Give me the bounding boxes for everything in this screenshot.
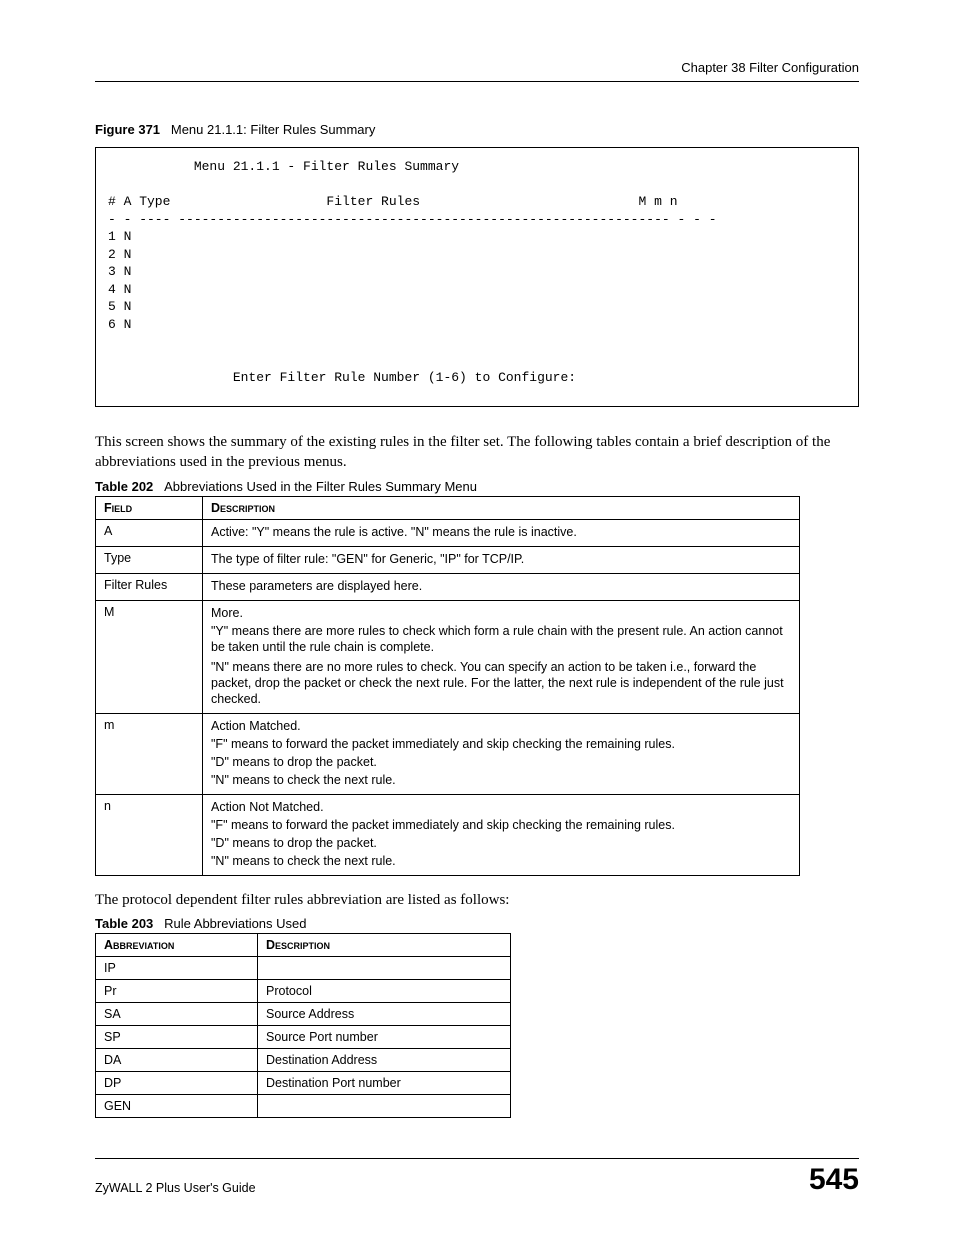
table-cell-field: m (96, 713, 203, 794)
table-cell-field: Filter Rules (96, 573, 203, 600)
table-row: TypeThe type of filter rule: "GEN" for G… (96, 546, 800, 573)
table-row: PrProtocol (96, 979, 511, 1002)
table-cell-desc: The type of filter rule: "GEN" for Gener… (203, 546, 800, 573)
table-cell-abbr: DA (96, 1048, 258, 1071)
page-footer: ZyWALL 2 Plus User's Guide 545 (95, 1158, 859, 1195)
table-cell-desc: Source Port number (258, 1025, 511, 1048)
table-row: nAction Not Matched."F" means to forward… (96, 794, 800, 875)
table-cell-desc: Destination Port number (258, 1071, 511, 1094)
table-cell-desc (258, 1094, 511, 1117)
table-cell-desc: Action Not Matched."F" means to forward … (203, 794, 800, 875)
table-row: SASource Address (96, 1002, 511, 1025)
table202-label: Table 202 (95, 479, 153, 494)
table-cell-abbr: Pr (96, 979, 258, 1002)
footer-guide-title: ZyWALL 2 Plus User's Guide (95, 1181, 256, 1195)
figure-title: Menu 21.1.1: Filter Rules Summary (171, 122, 375, 137)
table203-head-abbr: Abbreviation (96, 933, 258, 956)
figure-caption: Figure 371 Menu 21.1.1: Filter Rules Sum… (95, 122, 859, 137)
table202-caption: Table 202 Abbreviations Used in the Filt… (95, 479, 859, 494)
table-row: Filter RulesThese parameters are display… (96, 573, 800, 600)
table-row: SPSource Port number (96, 1025, 511, 1048)
terminal-screen: Menu 21.1.1 - Filter Rules Summary # A T… (95, 147, 859, 407)
table202-head-field: Field (96, 496, 203, 519)
footer-rule (95, 1158, 859, 1159)
table-cell-desc: Source Address (258, 1002, 511, 1025)
table-cell-field: n (96, 794, 203, 875)
table-cell-abbr: SA (96, 1002, 258, 1025)
table-row: GEN (96, 1094, 511, 1117)
paragraph-intro: This screen shows the summary of the exi… (95, 432, 859, 473)
table-row: AActive: "Y" means the rule is active. "… (96, 519, 800, 546)
table202-title: Abbreviations Used in the Filter Rules S… (164, 479, 477, 494)
table-row: DADestination Address (96, 1048, 511, 1071)
table-cell-abbr: SP (96, 1025, 258, 1048)
table-row: mAction Matched."F" means to forward the… (96, 713, 800, 794)
table202-head-desc: Description (203, 496, 800, 519)
table202: Field Description AActive: "Y" means the… (95, 496, 800, 876)
table203-head-desc: Description (258, 933, 511, 956)
table-cell-abbr: DP (96, 1071, 258, 1094)
table-cell-desc (258, 956, 511, 979)
paragraph-protocol: The protocol dependent filter rules abbr… (95, 890, 859, 910)
table-cell-desc: Destination Address (258, 1048, 511, 1071)
table-cell-desc: Action Matched."F" means to forward the … (203, 713, 800, 794)
table-cell-desc: Protocol (258, 979, 511, 1002)
table-cell-abbr: IP (96, 956, 258, 979)
table-cell-desc: These parameters are displayed here. (203, 573, 800, 600)
figure-label: Figure 371 (95, 122, 160, 137)
header-rule (95, 81, 859, 82)
table203-caption: Table 203 Rule Abbreviations Used (95, 916, 859, 931)
table-cell-desc: More."Y" means there are more rules to c… (203, 600, 800, 713)
table-row: IP (96, 956, 511, 979)
page-number: 545 (809, 1165, 859, 1195)
chapter-header: Chapter 38 Filter Configuration (95, 60, 859, 75)
table-row: DPDestination Port number (96, 1071, 511, 1094)
table-row: MMore."Y" means there are more rules to … (96, 600, 800, 713)
table-cell-abbr: GEN (96, 1094, 258, 1117)
table203-label: Table 203 (95, 916, 153, 931)
table-cell-field: A (96, 519, 203, 546)
table-cell-desc: Active: "Y" means the rule is active. "N… (203, 519, 800, 546)
table-cell-field: M (96, 600, 203, 713)
table-cell-field: Type (96, 546, 203, 573)
table203: Abbreviation Description IPPrProtocolSAS… (95, 933, 511, 1118)
table203-title: Rule Abbreviations Used (164, 916, 306, 931)
